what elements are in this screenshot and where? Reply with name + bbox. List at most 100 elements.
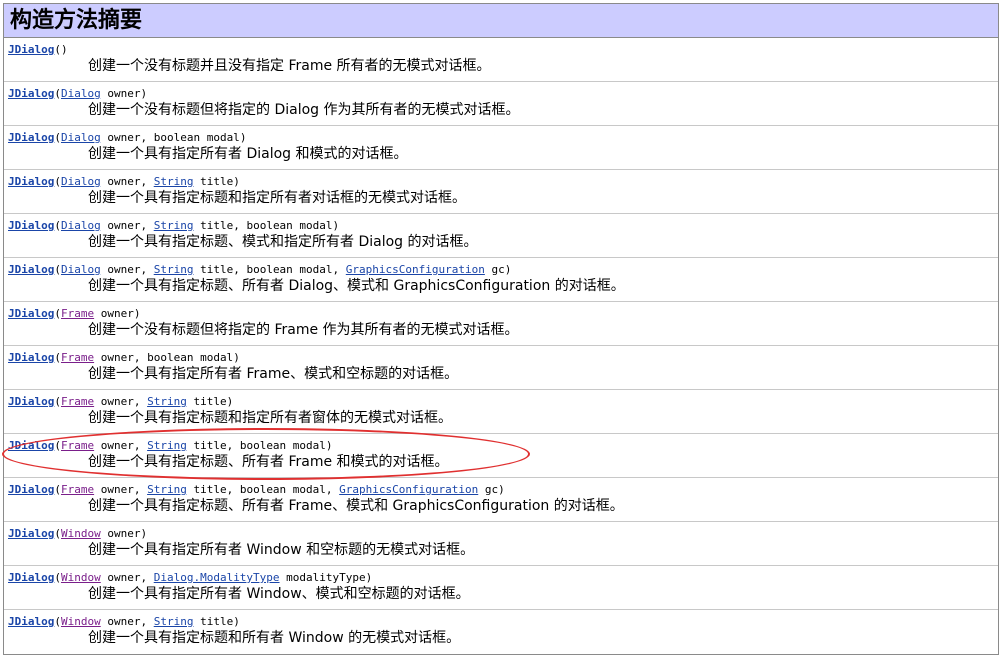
param-text: owner, — [100, 615, 154, 628]
param-type-link[interactable]: String — [154, 219, 194, 232]
constructor-signature: JDialog(Frame owner, String title) — [8, 395, 234, 408]
constructor-name-link[interactable]: JDialog — [8, 395, 54, 408]
param-text: gc — [478, 483, 499, 496]
param-type-link[interactable]: Window — [61, 527, 101, 540]
param-text: owner, — [100, 571, 154, 584]
constructor-signature: JDialog(Frame owner, String title, boole… — [8, 439, 333, 452]
constructor-row: JDialog(Frame owner, boolean modal) 创建一个具… — [4, 346, 998, 390]
param-type-link[interactable]: String — [154, 263, 194, 276]
constructor-signature: JDialog(Window owner) — [8, 527, 148, 540]
param-type-link[interactable]: String — [147, 483, 187, 496]
param-text: owner, — [94, 439, 148, 452]
constructor-name-link[interactable]: JDialog — [8, 351, 54, 364]
param-text: title — [186, 395, 227, 408]
param-type-link[interactable]: Window — [61, 615, 101, 628]
param-text: owner, — [100, 263, 154, 276]
param-type-link[interactable]: Dialog — [61, 219, 101, 232]
constructor-signature: JDialog(Dialog owner) — [8, 87, 148, 100]
constructor-signature: JDialog(Frame owner) — [8, 307, 141, 320]
constructor-row: JDialog(Dialog owner) 创建一个没有标题但将指定的 Dialo… — [4, 82, 998, 126]
param-text: title, boolean modal, — [186, 483, 340, 496]
param-type-link[interactable]: Frame — [61, 351, 94, 364]
constructor-description: 创建一个具有指定所有者 Frame、模式和空标题的对话框。 — [88, 366, 459, 382]
section-title: 构造方法摘要 — [4, 4, 998, 38]
param-type-link[interactable]: Frame — [61, 307, 94, 320]
constructor-description: 创建一个具有指定标题、模式和指定所有者 Dialog 的对话框。 — [88, 234, 478, 250]
constructor-signature: JDialog(Dialog owner, boolean modal) — [8, 131, 247, 144]
constructor-name-link[interactable]: JDialog — [8, 219, 54, 232]
constructor-description: 创建一个具有指定所有者 Window、模式和空标题的对话框。 — [88, 586, 470, 602]
constructor-description: 创建一个具有指定标题、所有者 Frame、模式和 GraphicsConfigu… — [88, 498, 624, 514]
constructor-signature: JDialog(Frame owner, boolean modal) — [8, 351, 240, 364]
param-type-link[interactable]: Dialog — [61, 263, 101, 276]
constructor-description: 创建一个具有指定标题、所有者 Frame 和模式的对话框。 — [88, 454, 449, 470]
constructor-description: 创建一个具有指定标题和所有者 Window 的无模式对话框。 — [88, 630, 461, 646]
param-text: title, boolean modal — [186, 439, 326, 452]
constructor-name-link[interactable]: JDialog — [8, 263, 54, 276]
param-text: title, boolean modal — [193, 219, 333, 232]
param-type-link[interactable]: Frame — [61, 439, 94, 452]
param-type-link[interactable]: Frame — [61, 395, 94, 408]
constructor-row: JDialog(Dialog owner, String title, bool… — [4, 258, 998, 302]
param-type-link[interactable]: String — [147, 439, 187, 452]
constructor-row: JDialog(Frame owner, String title, boole… — [4, 478, 998, 522]
param-text: title — [193, 175, 234, 188]
constructor-description: 创建一个没有标题但将指定的 Frame 作为其所有者的无模式对话框。 — [88, 322, 519, 338]
param-type-link[interactable]: Window — [61, 571, 101, 584]
constructor-description: 创建一个没有标题但将指定的 Dialog 作为其所有者的无模式对话框。 — [88, 102, 520, 118]
constructor-name-link[interactable]: JDialog — [8, 571, 54, 584]
param-type-link[interactable]: Dialog.ModalityType — [154, 571, 280, 584]
param-type-link[interactable]: Dialog — [61, 175, 101, 188]
constructor-signature: JDialog() — [8, 43, 68, 56]
param-type-link[interactable]: Dialog — [61, 87, 101, 100]
constructor-name-link[interactable]: JDialog — [8, 615, 54, 628]
constructor-name-link[interactable]: JDialog — [8, 483, 54, 496]
param-text: owner — [100, 527, 141, 540]
param-text: modalityType — [279, 571, 366, 584]
constructor-name-link[interactable]: JDialog — [8, 175, 54, 188]
param-type-link[interactable]: GraphicsConfiguration — [339, 483, 478, 496]
constructor-name-link[interactable]: JDialog — [8, 527, 54, 540]
constructor-description: 创建一个具有指定标题和指定所有者窗体的无模式对话框。 — [88, 410, 452, 426]
constructor-name-link[interactable]: JDialog — [8, 439, 54, 452]
param-type-link[interactable]: Frame — [61, 483, 94, 496]
constructor-row: JDialog(Window owner, Dialog.ModalityTyp… — [4, 566, 998, 610]
constructor-name-link[interactable]: JDialog — [8, 87, 54, 100]
constructor-description: 创建一个具有指定标题、所有者 Dialog、模式和 GraphicsConfig… — [88, 278, 625, 294]
constructor-name-link[interactable]: JDialog — [8, 307, 54, 320]
constructor-name-link[interactable]: JDialog — [8, 131, 54, 144]
param-text: owner, — [100, 175, 154, 188]
constructor-row: JDialog(Dialog owner, boolean modal) 创建一个… — [4, 126, 998, 170]
param-text: owner, — [94, 395, 148, 408]
param-text: title — [193, 615, 234, 628]
param-type-link[interactable]: GraphicsConfiguration — [346, 263, 485, 276]
constructor-signature: JDialog(Dialog owner, String title, bool… — [8, 219, 340, 232]
constructor-description: 创建一个具有指定所有者 Window 和空标题的无模式对话框。 — [88, 542, 475, 558]
constructor-row: JDialog() 创建一个没有标题并且没有指定 Frame 所有者的无模式对话框… — [4, 38, 998, 82]
constructor-name-link[interactable]: JDialog — [8, 43, 54, 56]
constructor-row: JDialog(Frame owner, String title) 创建一个具有… — [4, 390, 998, 434]
constructor-row: JDialog(Frame owner) 创建一个没有标题但将指定的 Frame … — [4, 302, 998, 346]
param-type-link[interactable]: String — [154, 175, 194, 188]
constructor-summary-table: 构造方法摘要 JDialog() 创建一个没有标题并且没有指定 Frame 所有者… — [3, 3, 999, 655]
param-text: gc — [484, 263, 505, 276]
constructor-signature: JDialog(Frame owner, String title, boole… — [8, 483, 505, 496]
constructor-row: JDialog(Dialog owner, String title, bool… — [4, 214, 998, 258]
constructor-description: 创建一个具有指定标题和指定所有者对话框的无模式对话框。 — [88, 190, 466, 206]
constructor-signature: JDialog(Dialog owner, String title, bool… — [8, 263, 512, 276]
constructor-signature: JDialog(Window owner, Dialog.ModalityTyp… — [8, 571, 373, 584]
constructor-description: 创建一个没有标题并且没有指定 Frame 所有者的无模式对话框。 — [88, 58, 491, 74]
constructor-row: JDialog(Frame owner, String title, boole… — [4, 434, 998, 478]
constructor-signature: JDialog(Window owner, String title) — [8, 615, 240, 628]
constructor-row: JDialog(Window owner, String title) 创建一个具… — [4, 610, 998, 654]
param-text: owner, — [100, 219, 154, 232]
param-text: owner, boolean modal — [100, 131, 240, 144]
param-type-link[interactable]: String — [147, 395, 187, 408]
param-type-link[interactable]: String — [154, 615, 194, 628]
param-text: owner, — [94, 483, 148, 496]
param-text: title, boolean modal, — [193, 263, 346, 276]
param-text: owner — [100, 87, 141, 100]
param-text: owner, boolean modal — [94, 351, 234, 364]
constructor-row: JDialog(Window owner) 创建一个具有指定所有者 Window … — [4, 522, 998, 566]
param-type-link[interactable]: Dialog — [61, 131, 101, 144]
